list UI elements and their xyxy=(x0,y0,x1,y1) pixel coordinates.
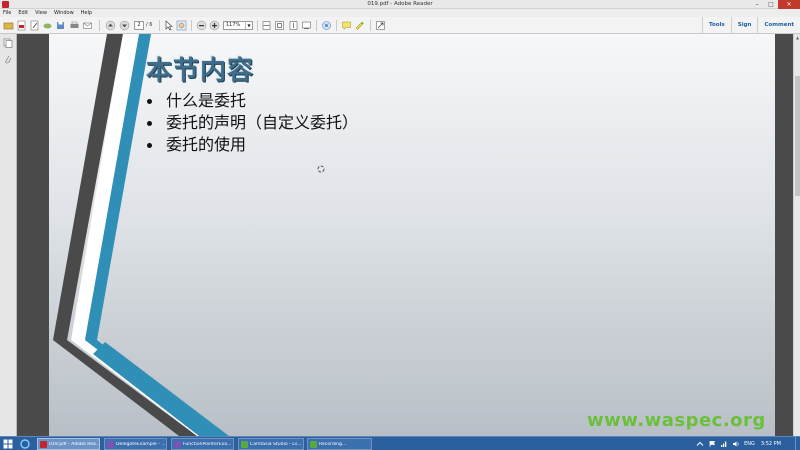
bullet-dot-icon xyxy=(147,98,152,104)
review-icon[interactable] xyxy=(321,20,332,31)
comment-tab[interactable]: Comment xyxy=(757,17,800,34)
navigation-pane xyxy=(0,34,17,436)
toolbar-separator xyxy=(316,20,317,31)
window-title: 019.pdf - Adobe Reader xyxy=(367,1,433,7)
bullet-item: 委托的使用 xyxy=(146,134,358,156)
slide-title: 本节内容 xyxy=(146,56,255,86)
pdf-page: 本节内容 什么是委托 委托的声明（自定义委托） 委托的使用 www.waspec… xyxy=(49,34,775,436)
bullet-list: 什么是委托 委托的声明（自定义委托） 委托的使用 xyxy=(146,90,358,156)
zoom-out-icon[interactable] xyxy=(196,20,207,31)
toolbar-separator xyxy=(336,20,337,31)
chevron-up-icon[interactable] xyxy=(696,440,704,448)
cloud-icon[interactable] xyxy=(42,20,53,31)
camtasia-icon xyxy=(310,440,317,448)
taskbar-item[interactable]: Camtasia Studio - Ls... xyxy=(238,438,304,450)
expand-icon[interactable] xyxy=(375,20,386,31)
zoom-select[interactable]: 117% ▼ xyxy=(223,21,253,30)
network-icon[interactable] xyxy=(720,440,728,448)
internet-explorer-icon[interactable] xyxy=(20,439,30,449)
show-desktop-button[interactable] xyxy=(795,437,800,450)
toolbar-separator xyxy=(370,20,371,31)
watermark-text: www.waspec.org xyxy=(587,410,766,431)
toolbar-separator xyxy=(257,20,258,31)
select-tool-icon[interactable] xyxy=(163,20,174,31)
scrollbar-thumb[interactable] xyxy=(795,76,800,196)
windows-start-icon[interactable] xyxy=(3,439,13,449)
read-mode-icon[interactable] xyxy=(301,20,312,31)
save-icon[interactable] xyxy=(55,20,66,31)
document-area[interactable]: 本节内容 什么是委托 委托的声明（自定义委托） 委托的使用 www.waspec… xyxy=(17,34,793,436)
menu-edit[interactable]: Edit xyxy=(18,9,28,17)
bullet-item: 什么是委托 xyxy=(146,90,358,112)
edit-icon[interactable] xyxy=(29,20,40,31)
busy-cursor-icon xyxy=(317,165,325,173)
taskbar-item[interactable]: FunctionPointerExa... xyxy=(171,438,234,450)
adobe-icon xyxy=(40,440,47,448)
scroll-mode-icon[interactable] xyxy=(288,20,299,31)
bullet-dot-icon xyxy=(147,142,152,148)
taskbar-item[interactable]: DelegateExample - ... xyxy=(104,438,167,450)
camtasia-icon xyxy=(241,440,248,448)
bullet-text: 委托的声明（自定义委托） xyxy=(166,113,359,132)
title-bar: 019.pdf - Adobe Reader – □ ✕ xyxy=(0,0,800,9)
email-icon[interactable] xyxy=(82,20,93,31)
toolbar-separator xyxy=(159,20,160,31)
bullet-text: 什么是委托 xyxy=(166,91,247,110)
flag-icon[interactable] xyxy=(708,440,716,448)
print-icon[interactable] xyxy=(69,20,80,31)
toolbar-separator xyxy=(99,20,100,31)
toolbar-separator xyxy=(191,20,192,31)
toolbar: 2 / 6 117% ▼ Tools Sign Comment xyxy=(0,17,800,34)
bullet-item: 委托的声明（自定义委托） xyxy=(146,112,358,134)
open-file-icon[interactable] xyxy=(3,20,14,31)
menu-file[interactable]: File xyxy=(3,9,11,17)
pages-panel-icon[interactable] xyxy=(3,38,13,48)
highlight-icon[interactable] xyxy=(354,20,365,31)
volume-icon[interactable] xyxy=(732,440,740,448)
minimize-button[interactable]: – xyxy=(750,0,764,9)
language-indicator[interactable]: ENG xyxy=(744,441,755,447)
close-button[interactable]: ✕ xyxy=(778,0,800,9)
chevron-down-icon[interactable]: ▼ xyxy=(245,22,252,29)
taskbar: 019.pdf - Adobe Rea... DelegateExample -… xyxy=(0,436,800,450)
next-page-icon[interactable] xyxy=(119,20,130,31)
sign-tab[interactable]: Sign xyxy=(730,17,758,34)
create-pdf-icon[interactable] xyxy=(16,20,27,31)
page-number-input[interactable]: 2 xyxy=(134,21,144,30)
menu-window[interactable]: Window xyxy=(54,9,74,17)
bullet-dot-icon xyxy=(147,120,152,126)
tools-tab[interactable]: Tools xyxy=(701,17,731,34)
sticky-note-icon[interactable] xyxy=(341,20,352,31)
menu-help[interactable]: Help xyxy=(81,9,92,17)
zoom-in-icon[interactable] xyxy=(209,20,220,31)
zoom-value: 117% xyxy=(226,22,241,28)
visual-studio-icon xyxy=(174,440,181,448)
page-total-label: / 6 xyxy=(146,22,153,28)
window-controls: – □ ✕ xyxy=(750,0,800,9)
clock[interactable]: 3:52 PM xyxy=(761,441,781,447)
system-tray: ENG 3:52 PM xyxy=(696,437,800,450)
bullet-text: 委托的使用 xyxy=(166,135,247,154)
previous-page-icon[interactable] xyxy=(105,20,116,31)
scroll-up-icon[interactable]: ▲ xyxy=(794,34,800,41)
taskbar-item[interactable]: Recording... xyxy=(307,438,372,450)
menu-view[interactable]: View xyxy=(35,9,47,17)
fit-width-icon[interactable] xyxy=(261,20,272,31)
maximize-button[interactable]: □ xyxy=(764,0,778,9)
visual-studio-icon xyxy=(107,440,114,448)
taskbar-item[interactable]: 019.pdf - Adobe Rea... xyxy=(37,438,100,450)
hand-tool-icon[interactable] xyxy=(176,20,187,31)
vertical-scrollbar[interactable]: ▲ xyxy=(793,34,800,436)
attachment-icon[interactable] xyxy=(3,54,13,64)
menu-bar: File Edit View Window Help xyxy=(0,9,800,17)
task-pane-tabs: Tools Sign Comment xyxy=(701,17,800,34)
fit-page-icon[interactable] xyxy=(274,20,285,31)
